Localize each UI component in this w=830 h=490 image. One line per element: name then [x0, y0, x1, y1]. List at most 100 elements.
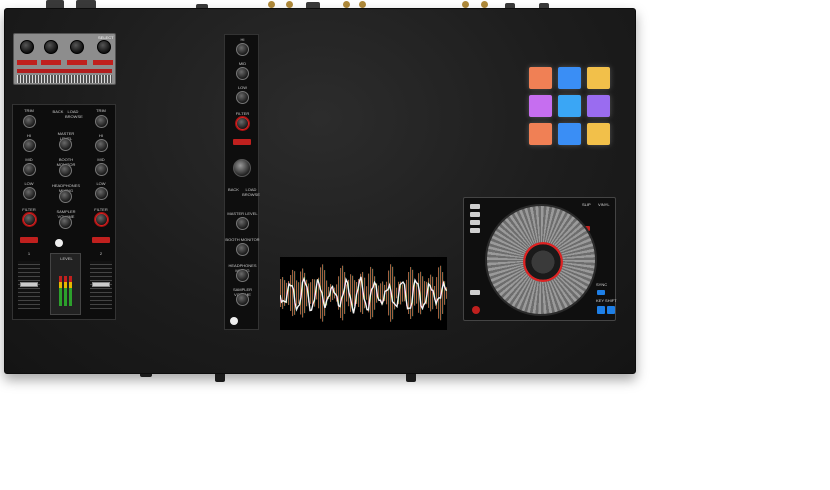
fader-cap-left[interactable] — [20, 282, 38, 287]
spectrum-bar — [430, 274, 432, 312]
rca-jack — [359, 1, 366, 8]
load-browse-label[interactable]: LOAD BROWSE — [242, 187, 260, 197]
spectrum-bar — [416, 282, 418, 304]
fx-knob-4[interactable] — [97, 40, 111, 54]
sampler-volume-knob-strip[interactable] — [236, 293, 249, 306]
headphones-mixing-knob-strip[interactable] — [236, 269, 249, 282]
performance-pad[interactable] — [529, 95, 552, 117]
low-knob-strip[interactable] — [236, 91, 249, 104]
play-button[interactable] — [597, 306, 605, 314]
spectrum-bar — [396, 287, 398, 299]
fx-unit: SELECT — [13, 33, 116, 85]
spectrum-bar — [320, 267, 322, 319]
deck-mode-button[interactable] — [470, 212, 480, 217]
deck-mode-button[interactable] — [470, 228, 480, 233]
back-tab[interactable]: BACK — [51, 109, 65, 114]
fx-knob-3[interactable] — [70, 40, 84, 54]
rca-jack — [343, 1, 350, 8]
spectrum-bar — [310, 282, 312, 304]
performance-pad[interactable] — [587, 123, 610, 145]
mid-knob-strip[interactable] — [236, 67, 249, 80]
filter-knob-strip[interactable] — [236, 117, 249, 130]
key-shift-label: KEY SHIFT — [596, 298, 617, 303]
pad-grid — [529, 67, 613, 149]
booth-monitor-knob[interactable] — [59, 164, 72, 177]
trim-knob-left[interactable] — [23, 115, 36, 128]
cue-button-deck[interactable] — [472, 306, 480, 314]
booth-monitor-label: BOOTH MONITOR — [225, 237, 260, 242]
deck-mode-button[interactable] — [470, 204, 480, 209]
vinyl-label: VINYL — [598, 202, 610, 207]
mixer-panel: TRIM HI MID LOW FILTER 1 BACK LOAD BROWS… — [12, 104, 116, 320]
performance-pad[interactable] — [587, 67, 610, 89]
jog-wheel-center — [523, 242, 563, 282]
left-channel: TRIM HI MID LOW FILTER 1 — [15, 105, 43, 321]
hi-knob-right[interactable] — [95, 139, 108, 152]
filter-knob-left[interactable] — [23, 213, 36, 226]
booth-monitor-knob-strip[interactable] — [236, 243, 249, 256]
hi-label: HI — [240, 37, 245, 42]
low-knob-right[interactable] — [95, 187, 108, 200]
level-label: LEVEL — [60, 256, 73, 261]
fx-on-button-2[interactable] — [41, 60, 61, 65]
performance-pad[interactable] — [558, 123, 581, 145]
low-label: LOW — [96, 181, 106, 186]
sync-button[interactable] — [597, 290, 605, 295]
fx-knob-2[interactable] — [44, 40, 58, 54]
channel-number-right: 2 — [99, 251, 103, 256]
rca-jack — [286, 1, 293, 8]
fader-cap-right[interactable] — [92, 282, 110, 287]
performance-pad[interactable] — [587, 95, 610, 117]
fx-tempo-ribbon[interactable] — [17, 75, 112, 83]
back-label[interactable]: BACK — [225, 187, 242, 192]
spectrum-bar — [290, 275, 292, 311]
spectrum-bar — [292, 269, 294, 317]
right-channel: TRIM HI MID LOW FILTER 2 — [87, 105, 115, 321]
cue-button-left[interactable] — [20, 237, 38, 243]
low-label: LOW — [237, 85, 248, 90]
performance-pad[interactable] — [558, 95, 581, 117]
filter-knob-right[interactable] — [95, 213, 108, 226]
spectrum-bar — [340, 268, 342, 318]
headphones-mixing-knob[interactable] — [59, 190, 72, 203]
shift-button[interactable] — [470, 290, 480, 295]
cue-button-right[interactable] — [92, 237, 110, 243]
performance-pad[interactable] — [529, 123, 552, 145]
low-knob-left[interactable] — [23, 187, 36, 200]
spectrum-bar — [392, 266, 394, 320]
level-meter-bar — [59, 276, 62, 306]
spectrum-bar — [442, 272, 444, 314]
browse-knob[interactable] — [233, 159, 251, 177]
mid-knob-right[interactable] — [95, 163, 108, 176]
slip-label: SLIP — [582, 202, 591, 207]
master-level-knob-strip[interactable] — [236, 217, 249, 230]
fx-on-button-3[interactable] — [67, 60, 87, 65]
cue-button-blue[interactable] — [607, 306, 615, 314]
spectrum-bar — [402, 284, 404, 302]
load-browse-tab[interactable]: LOAD BROWSE — [65, 109, 83, 119]
performance-pad[interactable] — [558, 67, 581, 89]
cue-button-strip[interactable] — [233, 139, 251, 145]
spectrum-bar — [350, 274, 352, 312]
rear-connector — [76, 0, 96, 8]
hi-knob-left[interactable] — [23, 139, 36, 152]
fx-on-button-4[interactable] — [93, 60, 113, 65]
rack-foot — [215, 374, 225, 382]
sampler-volume-knob[interactable] — [59, 216, 72, 229]
trim-label: TRIM — [96, 108, 106, 113]
jog-wheel[interactable] — [485, 204, 597, 316]
master-level-knob[interactable] — [59, 138, 72, 151]
fx-on-button-1[interactable] — [17, 60, 37, 65]
fx-knob-1[interactable] — [20, 40, 34, 54]
brand-logo — [55, 239, 63, 247]
rack-foot — [406, 374, 416, 382]
performance-pad[interactable] — [529, 67, 552, 89]
master-level-label: MASTER LEVEL — [227, 211, 258, 216]
spectrum-bar — [438, 267, 440, 319]
trim-label: TRIM — [24, 108, 34, 113]
hi-knob-strip[interactable] — [236, 43, 249, 56]
mid-knob-left[interactable] — [23, 163, 36, 176]
trim-knob-right[interactable] — [95, 115, 108, 128]
level-meter-bar — [64, 276, 67, 306]
deck-mode-button[interactable] — [470, 220, 480, 225]
